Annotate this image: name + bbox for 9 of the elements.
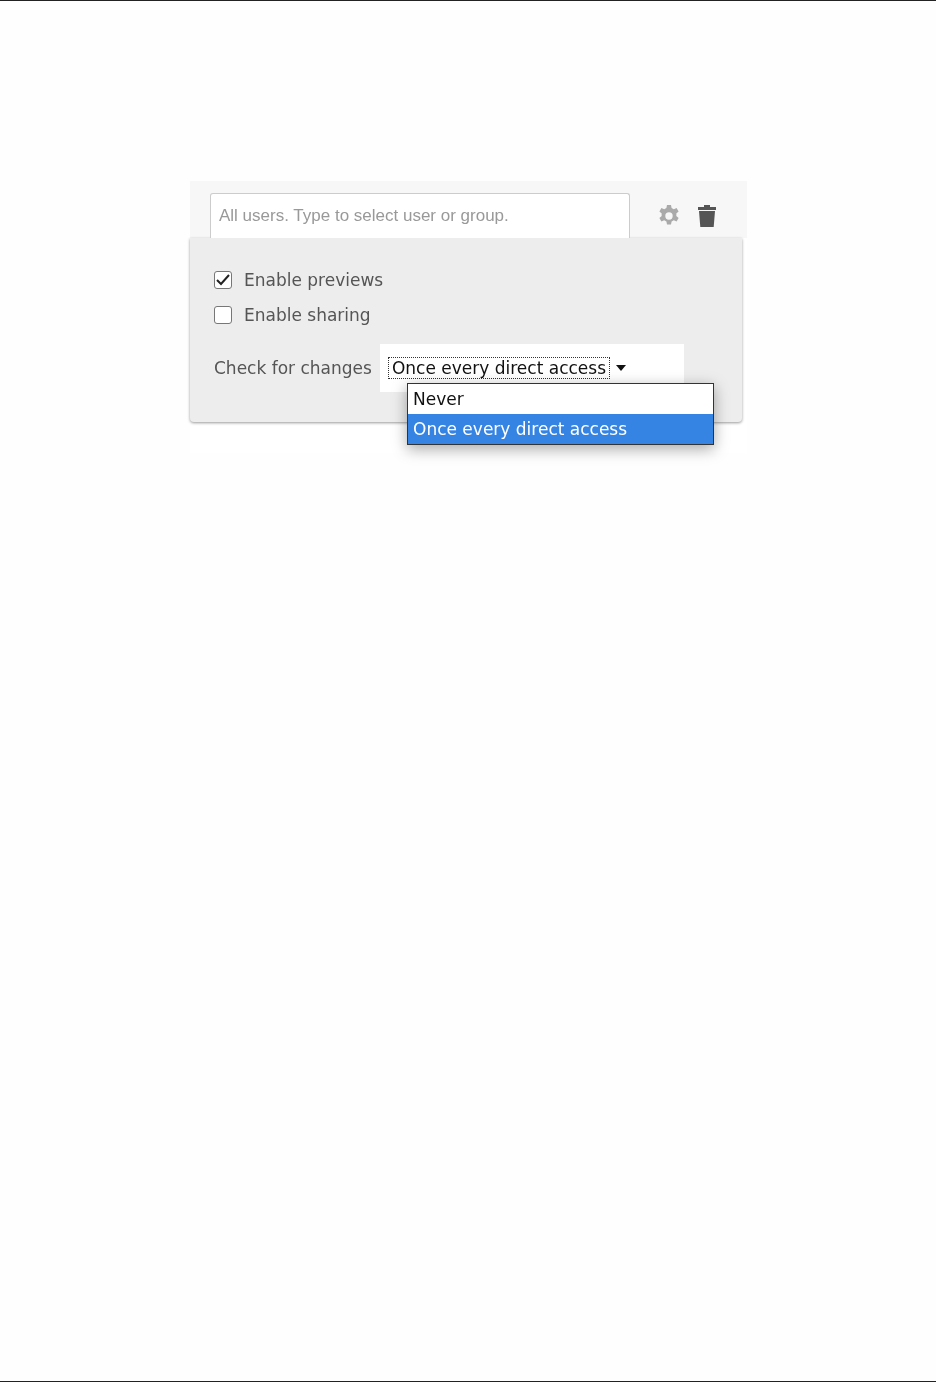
delete-icon[interactable] (697, 204, 717, 227)
checkbox[interactable] (214, 270, 232, 289)
checkbox[interactable] (214, 305, 232, 324)
caret-icon (616, 365, 626, 371)
dropdown-option[interactable]: Once every direct access (408, 414, 713, 444)
user-group-field[interactable]: All users. Type to select user or group. (210, 193, 630, 238)
check-for-changes-label: Check for changes (214, 358, 372, 378)
checkbox-label: Enable sharing (244, 304, 371, 325)
checkbox-label: Enable previews (244, 269, 384, 290)
